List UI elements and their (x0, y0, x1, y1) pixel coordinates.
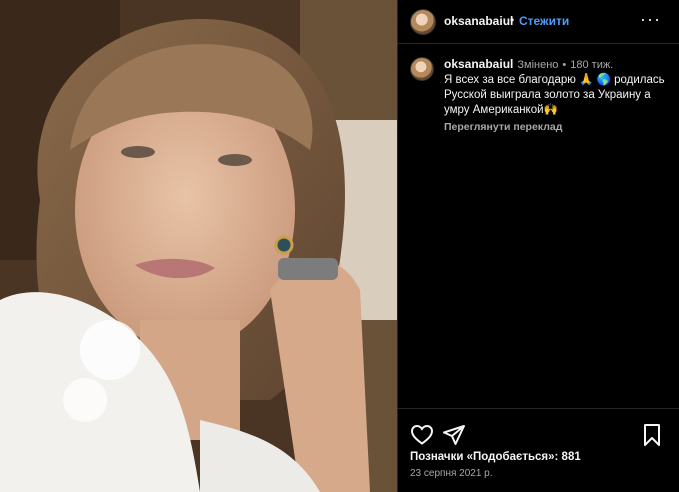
caption-text: Я всех за все благодарю 🙏 🌎 родилась Рус… (444, 74, 665, 116)
heart-icon[interactable] (410, 423, 434, 447)
caption-username[interactable]: oksanabaiul (444, 57, 513, 71)
post-side-panel: oksanabaiul • Стежити ··· oksanabaiul Змі… (398, 0, 679, 492)
actions-bar: Позначки «Подобається»: 881 23 серпня 20… (398, 408, 679, 492)
caption-avatar[interactable] (410, 57, 434, 81)
bookmark-icon[interactable] (640, 423, 664, 447)
share-icon[interactable] (442, 423, 466, 447)
edited-label: Змінено (517, 59, 559, 71)
follow-button[interactable]: Стежити (519, 14, 569, 28)
more-horizontal-icon[interactable]: ··· (640, 9, 661, 30)
post-header: oksanabaiul • Стежити ··· (398, 0, 679, 44)
likes-count[interactable]: Позначки «Подобається»: 881 (410, 451, 581, 463)
separator-dot: • (510, 13, 515, 27)
post-age[interactable]: 180 тиж. (570, 59, 613, 71)
post-photo[interactable] (0, 0, 397, 492)
post-date[interactable]: 23 серпня 2021 р. (410, 468, 493, 479)
see-translation-link[interactable]: Переглянути переклад (444, 120, 672, 135)
caption-separator: • (562, 59, 567, 71)
caption-body: oksanabaiul Змінено • 180 тиж. Я всех за вс… (444, 57, 672, 135)
author-avatar[interactable] (410, 9, 436, 35)
author-username[interactable]: oksanabaiul (444, 14, 513, 28)
